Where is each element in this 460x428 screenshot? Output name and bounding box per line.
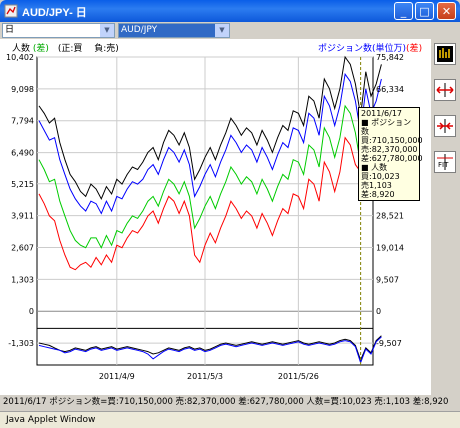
period-select-value: 日 [5, 25, 15, 35]
date-tick-label: 2011/5/26 [278, 372, 319, 381]
zoom-horizontal-button[interactable] [434, 79, 456, 101]
tooltip-pos-diff: 差:627,780,000 [361, 154, 423, 163]
chevron-down-icon[interactable]: ▼ [215, 24, 229, 37]
right-tick-label: -9,507 [376, 339, 402, 348]
crosshair-tooltip: 2011/6/17 ■ ポジション数 買:710,150,000 売:82,37… [358, 107, 423, 201]
left-tick-label: 1,303 [11, 275, 34, 284]
legend-right: ポジション数(単位万)(差) [318, 44, 423, 54]
pair-select-value: AUD/JPY [121, 25, 158, 35]
series-line-black [38, 55, 382, 200]
series-line-bottom_blue [38, 336, 382, 365]
left-tick-label: 2,607 [11, 244, 34, 253]
legend-left: 人数 (差) (正:買 負:売) [12, 41, 119, 54]
horizontal-expand-icon [436, 83, 454, 97]
chart-tool-panel: FIT [431, 39, 460, 395]
left-tick-label: 0 [29, 307, 34, 316]
right-tick-label: 75,842 [376, 53, 404, 62]
series-line-green [38, 104, 382, 249]
left-tick-label: 6,490 [11, 149, 34, 158]
right-tick-label: 9,507 [376, 275, 399, 284]
chart-lines [38, 55, 382, 365]
tooltip-pos-header: ■ ポジション数 [361, 118, 412, 136]
legend-left-tag: (差) [32, 44, 49, 54]
right-tick-label: 28,521 [376, 212, 404, 221]
applet-footer: Java Applet Window [0, 411, 460, 428]
position-chart[interactable]: 10,402 9,098 7,794 6,490 5,215 3,911 2,607 1,30… [0, 39, 431, 395]
chevron-down-icon[interactable]: ▼ [100, 24, 114, 37]
tooltip-ppl-buy: 買:10,023 [361, 172, 400, 181]
chart-grid [36, 56, 374, 366]
minimize-button[interactable]: _ [394, 2, 413, 20]
date-tick-label: 2011/4/9 [99, 372, 135, 381]
date-tick-label: 2011/5/3 [187, 372, 223, 381]
right-tick-label: 66,334 [376, 85, 404, 94]
legend-right-label: ポジション数(単位万) [318, 44, 407, 54]
tooltip-ppl-sell: 売1,103 [361, 181, 392, 190]
period-select[interactable]: 日 ▼ [2, 23, 115, 38]
legend-left-label: 人数 [12, 44, 31, 54]
chart-area[interactable]: 10,402 9,098 7,794 6,490 5,215 3,911 2,607 1,30… [0, 39, 431, 395]
horizontal-shrink-icon [437, 119, 453, 133]
left-tick-label: -1,303 [8, 339, 34, 348]
bar-chart-icon [437, 46, 453, 62]
chart-type-button[interactable] [434, 43, 456, 65]
tooltip-pos-sell: 売:82,370,000 [361, 145, 418, 154]
legend-left-note: (正:買 負:売) [57, 44, 119, 54]
series-line-bottom_black [38, 335, 382, 362]
tooltip-ppl-header: ■ 人数 [361, 163, 388, 172]
left-tick-label: 10,402 [6, 53, 34, 62]
fit-button[interactable]: FIT [434, 151, 456, 173]
tooltip-date: 2011/6/17 [361, 109, 403, 118]
status-bar: 2011/6/17 ポジション数=買:710,150,000 売:82,370,… [0, 395, 460, 409]
fit-icon: FIT [437, 154, 453, 170]
series-line-blue [38, 72, 382, 215]
right-tick-label: 0 [376, 307, 381, 316]
window-title: AUD/JPY- 日 [22, 7, 87, 19]
pair-select[interactable]: AUD/JPY ▼ [118, 23, 230, 38]
left-tick-label: 9,098 [11, 85, 34, 94]
title-bar: AUD/JPY- 日 _ □ ✕ [0, 0, 460, 22]
svg-text:FIT: FIT [438, 161, 449, 169]
zoom-shrink-button[interactable] [434, 115, 456, 137]
tooltip-ppl-diff: 差:8,920 [361, 190, 395, 199]
left-tick-label: 7,794 [11, 117, 34, 126]
java-applet-icon [4, 4, 18, 18]
maximize-button[interactable]: □ [415, 2, 434, 20]
tooltip-pos-buy: 買:710,150,000 [361, 136, 423, 145]
left-tick-label: 5,215 [11, 180, 34, 189]
left-tick-label: 3,911 [11, 212, 34, 221]
close-button[interactable]: ✕ [437, 2, 456, 20]
right-tick-label: 19,014 [376, 244, 404, 253]
